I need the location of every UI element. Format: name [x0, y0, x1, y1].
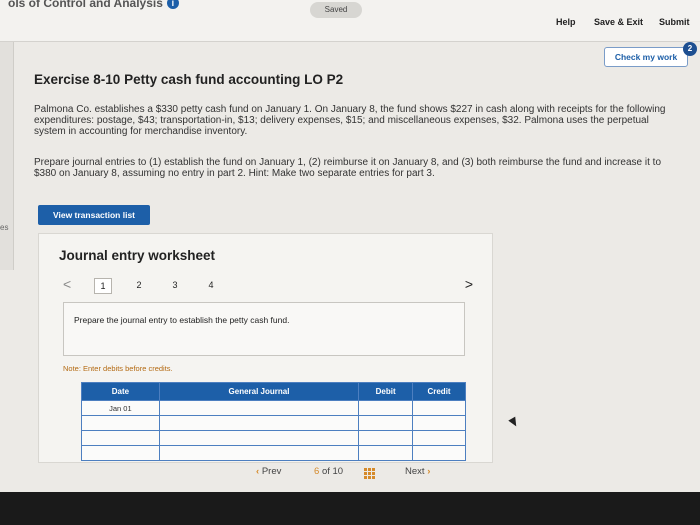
prev-question-button[interactable]: ‹ Prev — [256, 466, 281, 477]
account-cell[interactable] — [158, 445, 360, 461]
pager-page-4[interactable]: 4 — [202, 278, 220, 294]
pager-page-3[interactable]: 3 — [166, 278, 184, 294]
table-row: Jan 01 — [81, 400, 466, 416]
column-header-credit: Credit — [412, 382, 466, 401]
save-exit-button[interactable]: Save & Exit — [594, 17, 643, 27]
column-header-general-journal: General Journal — [158, 382, 360, 401]
pager-page-2[interactable]: 2 — [130, 278, 148, 294]
info-icon[interactable]: i — [166, 0, 179, 9]
exercise-title: Exercise 8-10 Petty cash fund accounting… — [34, 72, 344, 87]
debit-cell[interactable] — [358, 445, 414, 461]
question-counter: 6 of 10 — [314, 466, 343, 477]
debit-cell[interactable] — [358, 430, 414, 446]
saved-status-badge: Saved — [310, 2, 362, 18]
left-panel-edge — [0, 30, 14, 270]
current-question: 6 — [314, 466, 320, 477]
edge-label: es — [0, 223, 9, 232]
credit-cell[interactable] — [412, 430, 466, 446]
credit-cell[interactable] — [412, 415, 466, 431]
submit-button[interactable]: Submit — [659, 17, 690, 27]
app-screen: ols of Control and Analysis i Saved Help … — [0, 0, 700, 492]
breadcrumb-text: ols of Control and Analysis — [8, 0, 163, 10]
journal-table: Date General Journal Debit Credit Jan 01 — [81, 382, 466, 461]
pager-prev-icon[interactable]: < — [63, 276, 71, 292]
of-label: of — [321, 466, 330, 477]
pager-next-icon[interactable]: > — [465, 276, 473, 292]
credit-cell[interactable] — [412, 445, 466, 461]
instruction-box: Prepare the journal entry to establish t… — [63, 302, 465, 356]
check-my-work-button[interactable]: Check my work — [604, 47, 688, 67]
date-cell[interactable] — [81, 430, 160, 446]
question-navigation: ‹ Prev 6 of 10 Next › — [0, 466, 700, 482]
debit-cell[interactable] — [358, 415, 414, 431]
journal-entry-worksheet: Journal entry worksheet < 1 2 3 4 > Prep… — [38, 233, 493, 463]
debits-note: Note: Enter debits before credits. — [63, 364, 173, 373]
account-cell[interactable] — [158, 415, 360, 431]
date-cell[interactable] — [81, 445, 160, 461]
top-bar: ols of Control and Analysis i Saved Help … — [0, 0, 700, 42]
exercise-description: Palmona Co. establishes a $330 petty cas… — [34, 104, 666, 137]
mouse-cursor-icon — [508, 416, 520, 429]
prev-label: Prev — [261, 466, 282, 477]
check-count-badge: 2 — [683, 42, 697, 56]
chevron-left-icon: ‹ — [256, 466, 260, 477]
date-cell[interactable]: Jan 01 — [81, 400, 160, 416]
table-row — [81, 430, 466, 446]
table-row — [81, 415, 466, 431]
credit-cell[interactable] — [412, 400, 466, 416]
view-transaction-list-button[interactable]: View transaction list — [38, 205, 150, 225]
worksheet-title: Journal entry worksheet — [59, 248, 216, 263]
next-label: Next — [405, 466, 425, 477]
pager-page-1[interactable]: 1 — [94, 278, 112, 294]
table-row — [81, 445, 466, 461]
column-header-date: Date — [81, 382, 160, 401]
date-cell[interactable] — [81, 415, 160, 431]
breadcrumb: ols of Control and Analysis i — [8, 0, 179, 10]
exercise-instructions: Prepare journal entries to (1) establish… — [34, 157, 662, 179]
chevron-right-icon: › — [427, 466, 431, 477]
grid-icon[interactable] — [364, 468, 376, 480]
column-header-debit: Debit — [358, 382, 414, 401]
debit-cell[interactable] — [358, 400, 414, 416]
total-questions: 10 — [332, 466, 344, 477]
instruction-text: Prepare the journal entry to establish t… — [74, 315, 290, 325]
account-cell[interactable] — [158, 430, 360, 446]
next-question-button[interactable]: Next › — [405, 466, 430, 477]
help-button[interactable]: Help — [556, 17, 576, 27]
account-cell[interactable] — [158, 400, 360, 416]
worksheet-pager: < 1 2 3 4 > — [63, 276, 473, 294]
